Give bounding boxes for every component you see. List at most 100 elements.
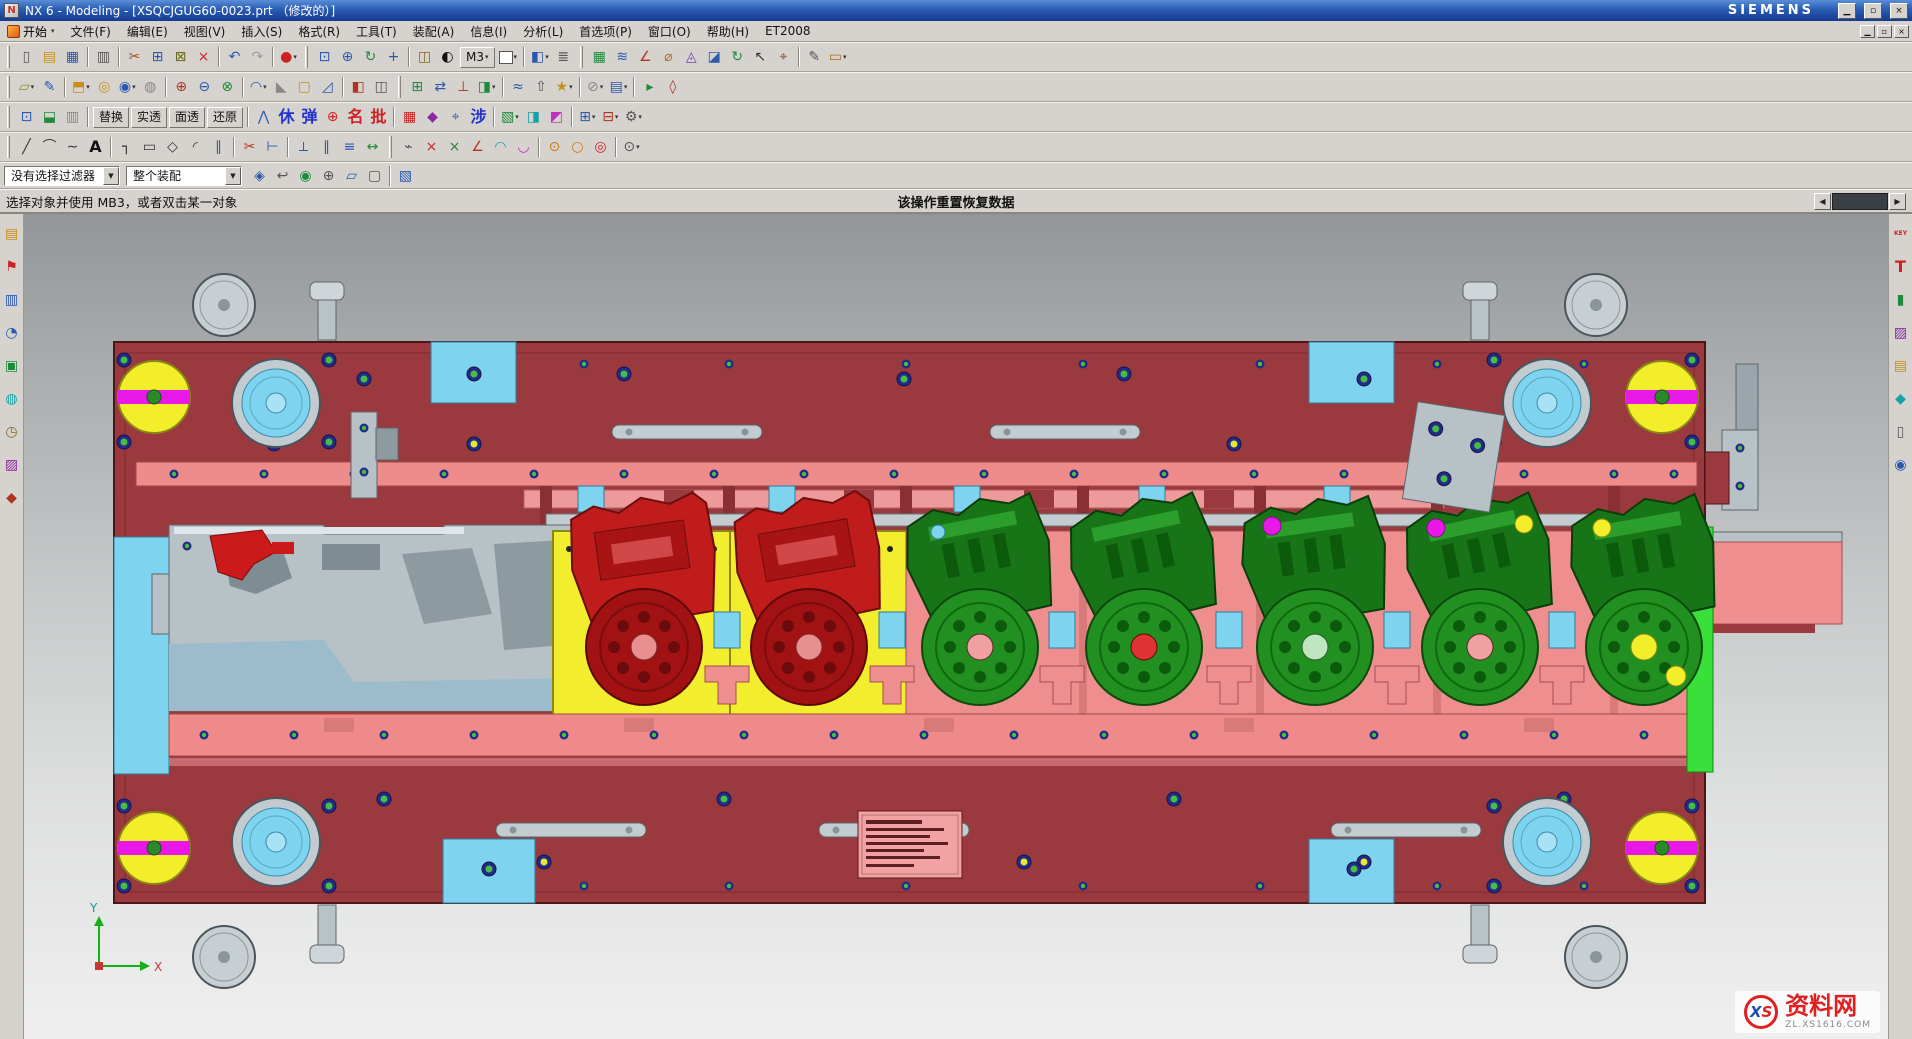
reuse-library-icon[interactable]: ◔ [2,323,22,343]
undo-button[interactable]: ↶ [223,45,246,69]
dashed-line-button[interactable]: ⌁ [397,135,420,159]
rectangle-select-button[interactable]: ▢ [363,164,386,188]
datum-plane-dropdown[interactable]: ▱▾ [15,75,38,99]
snap-toggle-button[interactable]: ◈ [248,164,271,188]
dropdown-arrow-icon[interactable]: ▼ [225,167,241,185]
blank-page-icon[interactable]: ▯ [1891,422,1911,442]
parallel-constraint-button[interactable]: ∥ [315,135,338,159]
constraint-flag-icon[interactable]: ⚑ [2,257,22,277]
text-note-icon[interactable]: T [1891,257,1911,277]
face-transparency-button[interactable]: 面透 [169,107,205,128]
exploded-view-dropdown[interactable]: ★▾ [553,75,576,99]
quick-trim-button[interactable]: ✂ [238,135,261,159]
interpart-copy-button[interactable]: ◪ [703,45,726,69]
magenta-corner-button[interactable]: ◩ [545,105,568,129]
angle-button[interactable]: ∠ [466,135,489,159]
magnifier-button[interactable]: ⊕ [317,164,340,188]
right-edge-bracket[interactable] [1705,364,1758,510]
paste-button[interactable]: ⊠ [169,45,192,69]
menu-preferences[interactable]: 首选项(P) [571,21,640,42]
scroll-right-button[interactable]: ▶ [1889,193,1906,210]
spline-button[interactable]: ∼ [61,135,84,159]
web-browser-icon[interactable]: ◍ [2,389,22,409]
offset-curve-button[interactable]: ∥ [207,135,230,159]
extend-curve-button[interactable]: ⊢ [261,135,284,159]
graphics-viewport[interactable]: Y X XS 资料网 ZL.XS1616.COM [24,214,1888,1039]
mdi-close-button[interactable]: × [1894,25,1909,38]
cut-button[interactable]: ✂ [123,45,146,69]
ruler-dropdown[interactable]: ▭▾ [826,45,850,69]
plane-filter-button[interactable]: ▱ [340,164,363,188]
lower-lifter-rail[interactable] [169,714,1697,766]
menu-file[interactable]: 文件(F) [63,21,119,42]
menu-edit[interactable]: 编辑(E) [119,21,176,42]
selection-arrow-button[interactable]: ↖ [749,45,772,69]
menu-help[interactable]: 帮助(H) [699,21,757,42]
constraints-button[interactable]: ∠ [634,45,657,69]
selection-filter-dropdown[interactable]: 没有选择过滤器 ▼ [4,166,120,186]
suppress-dropdown[interactable]: ⊘▾ [584,75,607,99]
red-target-button[interactable]: ⊕ [321,105,344,129]
sketch-button[interactable]: ✎ [38,75,61,99]
gear-dropdown[interactable]: ⚙▾ [622,105,645,129]
unite-button[interactable]: ⊕ [170,75,193,99]
text-button[interactable]: A [84,135,107,159]
snap-point-button[interactable]: ⌖ [772,45,795,69]
target-circle-button[interactable]: ◎ [589,135,612,159]
dropdown-arrow-icon[interactable]: ▼ [103,167,119,185]
update-button[interactable]: ↻ [726,45,749,69]
materials-icon[interactable]: ▨ [2,455,22,475]
rectangle-button[interactable]: ▭ [138,135,161,159]
promote-body-button[interactable]: ⇧ [530,75,553,99]
part-navigator-icon[interactable]: ▥ [2,290,22,310]
undo-selection-button[interactable]: ↩ [271,164,294,188]
shaded-view-button[interactable]: ◐ [436,45,459,69]
menu-window[interactable]: 窗口(O) [640,21,699,42]
green-block-dropdown[interactable]: ▧▾ [498,105,522,129]
shell-button[interactable]: ▢ [293,75,316,99]
wave-geometry-button[interactable]: ≈ [507,75,530,99]
measure-button[interactable]: ⌀ [657,45,680,69]
delete-button[interactable]: × [192,45,215,69]
add-component-button[interactable]: ⊞ [406,75,429,99]
key-icon[interactable]: KEY [1891,224,1911,244]
boss-button[interactable]: ◍ [139,75,162,99]
interference-button[interactable]: 涉 [467,105,490,129]
restore-button[interactable]: 还原 [207,107,243,128]
split-body-button[interactable]: ◫ [370,75,393,99]
scroll-left-button[interactable]: ◀ [1814,193,1831,210]
intersect-button[interactable]: ⊗ [216,75,239,99]
equal-constraint-button[interactable]: ≡ [338,135,361,159]
save-button[interactable]: ▦ [61,45,84,69]
wave-control-button[interactable]: ⋀ [252,105,275,129]
selection-scope-dropdown[interactable]: 整个装配 ▼ [126,166,242,186]
mdi-minimize-button[interactable]: ▁ [1860,25,1875,38]
subtract-button[interactable]: ⊖ [193,75,216,99]
reports-button[interactable]: ≋ [611,45,634,69]
menu-information[interactable]: 信息(I) [462,21,515,42]
command-dot-dropdown[interactable]: ●▾ [277,45,300,69]
point-button[interactable]: ⊙ [543,135,566,159]
purple-diamond-button[interactable]: ◆ [421,105,444,129]
tool-id-plate[interactable] [858,811,962,878]
more-curves-dropdown[interactable]: ⊙▾ [620,135,643,159]
die-base-button[interactable]: ▥ [61,105,84,129]
restore-button[interactable]: ▫ [1864,3,1882,19]
highlight-button[interactable]: ◉ [294,164,317,188]
history-icon[interactable]: ◷ [2,422,22,442]
grid-minus-dropdown[interactable]: ⊟▾ [599,105,622,129]
strip-layout-button[interactable]: ⬓ [38,105,61,129]
fit-view-button[interactable]: ⊡ [313,45,336,69]
menu-format[interactable]: 格式(R) [290,21,348,42]
profile-button[interactable]: ┐ [115,135,138,159]
print-button[interactable]: ▥ [92,45,115,69]
fillet-button[interactable]: ◜ [184,135,207,159]
tilted-plate-bracket[interactable] [1402,402,1504,513]
extrude-dropdown[interactable]: ⬒▾ [69,75,93,99]
replace-button[interactable]: 替换 [93,107,129,128]
line-button[interactable]: ╱ [15,135,38,159]
green-bar-icon[interactable]: ▮ [1891,290,1911,310]
circle-button[interactable]: ○ [566,135,589,159]
cube-view-button[interactable]: ▧ [394,164,417,188]
move-component-button[interactable]: ⇄ [429,75,452,99]
